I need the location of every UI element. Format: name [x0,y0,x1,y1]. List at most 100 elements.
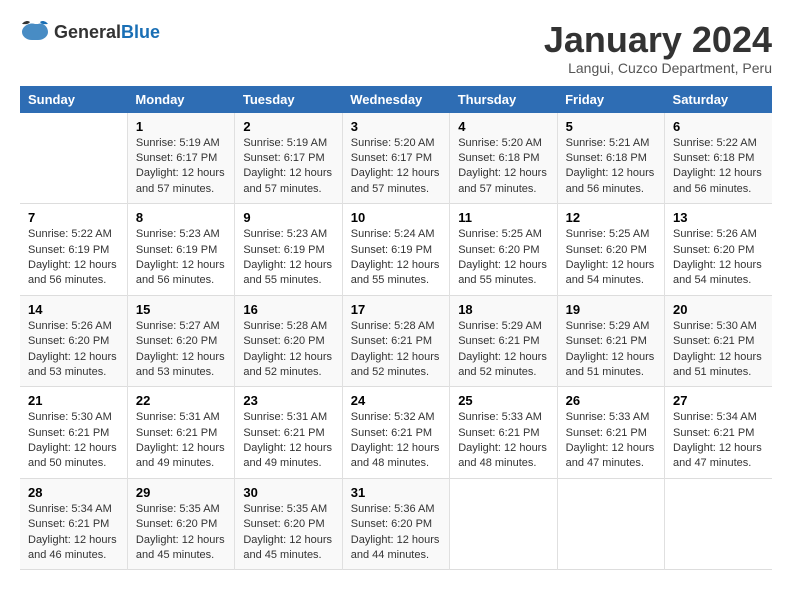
weekday-header-sunday: Sunday [20,86,127,113]
calendar-cell: 24 Sunrise: 5:32 AMSunset: 6:21 PMDayligh… [342,387,449,479]
day-number: 1 [136,119,226,134]
week-row-2: 7 Sunrise: 5:22 AMSunset: 6:19 PMDaylight… [20,204,772,296]
day-number: 3 [351,119,441,134]
weekday-header-saturday: Saturday [665,86,772,113]
calendar-cell: 22 Sunrise: 5:31 AMSunset: 6:21 PMDayligh… [127,387,234,479]
day-number: 30 [243,485,333,500]
day-number: 10 [351,210,441,225]
title-section: January 2024 Langui, Cuzco Department, P… [544,20,772,76]
day-number: 5 [566,119,656,134]
day-number: 23 [243,393,333,408]
day-info: Sunrise: 5:29 AMSunset: 6:21 PMDaylight:… [458,319,548,381]
calendar-cell: 14 Sunrise: 5:26 AMSunset: 6:20 PMDayligh… [20,295,127,387]
day-info: Sunrise: 5:24 AMSunset: 6:19 PMDaylight:… [351,227,441,289]
day-number: 31 [351,485,441,500]
day-number: 19 [566,302,656,317]
day-number: 9 [243,210,333,225]
weekday-header-monday: Monday [127,86,234,113]
day-info: Sunrise: 5:31 AMSunset: 6:21 PMDaylight:… [136,410,226,472]
calendar-cell: 5Sunrise: 5:21 AMSunset: 6:18 PMDaylight… [557,113,664,204]
page-header: GeneralBlue January 2024 Langui, Cuzco D… [20,20,772,76]
day-info: Sunrise: 5:22 AMSunset: 6:18 PMDaylight:… [673,136,764,198]
day-info: Sunrise: 5:20 AMSunset: 6:17 PMDaylight:… [351,136,441,198]
day-info: Sunrise: 5:23 AMSunset: 6:19 PMDaylight:… [243,227,333,289]
day-info: Sunrise: 5:26 AMSunset: 6:20 PMDaylight:… [28,319,119,381]
weekday-header-friday: Friday [557,86,664,113]
day-info: Sunrise: 5:25 AMSunset: 6:20 PMDaylight:… [566,227,656,289]
day-number: 21 [28,393,119,408]
day-number: 13 [673,210,764,225]
day-info: Sunrise: 5:33 AMSunset: 6:21 PMDaylight:… [458,410,548,472]
calendar-cell [557,478,664,570]
calendar-cell: 25Sunrise: 5:33 AMSunset: 6:21 PMDayligh… [450,387,557,479]
day-info: Sunrise: 5:28 AMSunset: 6:21 PMDaylight:… [351,319,441,381]
calendar-cell [665,478,772,570]
calendar-cell: 31 Sunrise: 5:36 AMSunset: 6:20 PMDayligh… [342,478,449,570]
day-info: Sunrise: 5:30 AMSunset: 6:21 PMDaylight:… [673,319,764,381]
day-number: 27 [673,393,764,408]
day-info: Sunrise: 5:27 AMSunset: 6:20 PMDaylight:… [136,319,226,381]
day-info: Sunrise: 5:26 AMSunset: 6:20 PMDaylight:… [673,227,764,289]
day-info: Sunrise: 5:19 AMSunset: 6:17 PMDaylight:… [136,136,226,198]
day-number: 14 [28,302,119,317]
day-info: Sunrise: 5:31 AMSunset: 6:21 PMDaylight:… [243,410,333,472]
day-info: Sunrise: 5:34 AMSunset: 6:21 PMDaylight:… [28,502,119,564]
weekday-header-wednesday: Wednesday [342,86,449,113]
day-info: Sunrise: 5:35 AMSunset: 6:20 PMDaylight:… [243,502,333,564]
day-info: Sunrise: 5:23 AMSunset: 6:19 PMDaylight:… [136,227,226,289]
day-number: 4 [458,119,548,134]
logo-text: GeneralBlue [54,22,160,43]
calendar-cell: 16 Sunrise: 5:28 AMSunset: 6:20 PMDayligh… [235,295,342,387]
calendar-cell: 7 Sunrise: 5:22 AMSunset: 6:19 PMDaylight… [20,204,127,296]
day-number: 28 [28,485,119,500]
calendar-cell: 1 Sunrise: 5:19 AMSunset: 6:17 PMDaylight… [127,113,234,204]
day-info: Sunrise: 5:28 AMSunset: 6:20 PMDaylight:… [243,319,333,381]
day-number: 7 [28,210,119,225]
day-number: 20 [673,302,764,317]
day-info: Sunrise: 5:30 AMSunset: 6:21 PMDaylight:… [28,410,119,472]
day-number: 15 [136,302,226,317]
day-number: 22 [136,393,226,408]
day-info: Sunrise: 5:35 AMSunset: 6:20 PMDaylight:… [136,502,226,564]
day-number: 18 [458,302,548,317]
day-info: Sunrise: 5:32 AMSunset: 6:21 PMDaylight:… [351,410,441,472]
calendar-cell: 26 Sunrise: 5:33 AMSunset: 6:21 PMDayligh… [557,387,664,479]
day-info: Sunrise: 5:29 AMSunset: 6:21 PMDaylight:… [566,319,656,381]
calendar-cell: 2Sunrise: 5:19 AMSunset: 6:17 PMDaylight… [235,113,342,204]
month-title: January 2024 [544,20,772,60]
day-number: 16 [243,302,333,317]
day-number: 12 [566,210,656,225]
calendar-cell: 4Sunrise: 5:20 AMSunset: 6:18 PMDaylight… [450,113,557,204]
calendar-cell: 10 Sunrise: 5:24 AMSunset: 6:19 PMDayligh… [342,204,449,296]
day-number: 8 [136,210,226,225]
day-info: Sunrise: 5:33 AMSunset: 6:21 PMDaylight:… [566,410,656,472]
calendar-cell: 30 Sunrise: 5:35 AMSunset: 6:20 PMDayligh… [235,478,342,570]
calendar-cell: 18 Sunrise: 5:29 AMSunset: 6:21 PMDayligh… [450,295,557,387]
calendar-cell [20,113,127,204]
calendar-cell: 11 Sunrise: 5:25 AMSunset: 6:20 PMDayligh… [450,204,557,296]
day-info: Sunrise: 5:25 AMSunset: 6:20 PMDaylight:… [458,227,548,289]
calendar-body: 1 Sunrise: 5:19 AMSunset: 6:17 PMDaylight… [20,113,772,570]
day-info: Sunrise: 5:36 AMSunset: 6:20 PMDaylight:… [351,502,441,564]
day-number: 2 [243,119,333,134]
calendar-cell: 15 Sunrise: 5:27 AMSunset: 6:20 PMDayligh… [127,295,234,387]
logo-icon [20,20,50,44]
calendar-header: SundayMondayTuesdayWednesdayThursdayFrid… [20,86,772,113]
calendar-cell: 6Sunrise: 5:22 AMSunset: 6:18 PMDaylight… [665,113,772,204]
calendar-cell: 23 Sunrise: 5:31 AMSunset: 6:21 PMDayligh… [235,387,342,479]
day-info: Sunrise: 5:22 AMSunset: 6:19 PMDaylight:… [28,227,119,289]
weekday-header-tuesday: Tuesday [235,86,342,113]
day-info: Sunrise: 5:34 AMSunset: 6:21 PMDaylight:… [673,410,764,472]
location-subtitle: Langui, Cuzco Department, Peru [544,60,772,76]
calendar-cell: 3 Sunrise: 5:20 AMSunset: 6:17 PMDaylight… [342,113,449,204]
day-number: 26 [566,393,656,408]
week-row-1: 1 Sunrise: 5:19 AMSunset: 6:17 PMDaylight… [20,113,772,204]
calendar-cell: 9 Sunrise: 5:23 AMSunset: 6:19 PMDaylight… [235,204,342,296]
calendar-cell: 13 Sunrise: 5:26 AMSunset: 6:20 PMDayligh… [665,204,772,296]
day-number: 24 [351,393,441,408]
day-number: 11 [458,210,548,225]
week-row-4: 21 Sunrise: 5:30 AMSunset: 6:21 PMDayligh… [20,387,772,479]
week-row-5: 28 Sunrise: 5:34 AMSunset: 6:21 PMDayligh… [20,478,772,570]
calendar-cell: 21 Sunrise: 5:30 AMSunset: 6:21 PMDayligh… [20,387,127,479]
week-row-3: 14 Sunrise: 5:26 AMSunset: 6:20 PMDayligh… [20,295,772,387]
